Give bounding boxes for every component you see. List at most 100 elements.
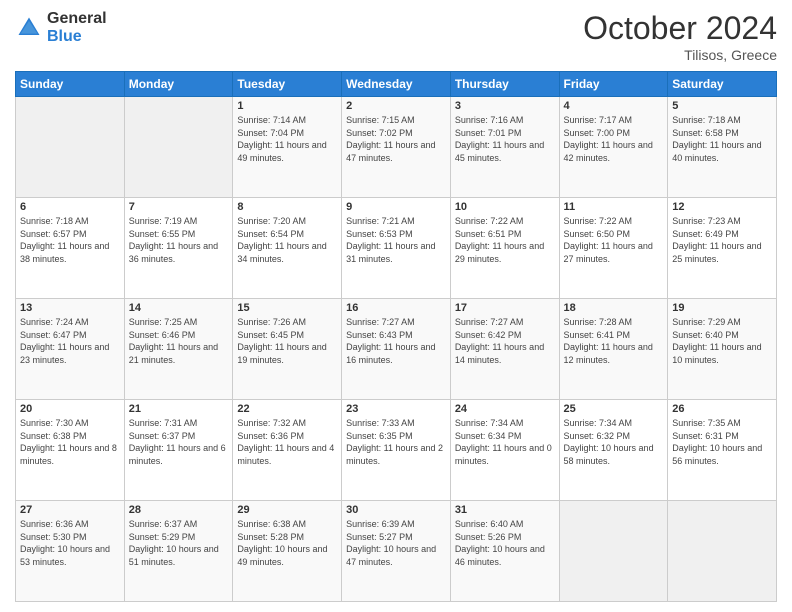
calendar-cell: 1 Sunrise: 7:14 AM Sunset: 7:04 PM Daylig…	[233, 97, 342, 198]
day-number: 11	[564, 201, 664, 213]
day-number: 27	[20, 504, 120, 516]
calendar-cell: 12Sunrise: 7:23 AM Sunset: 6:49 PM Dayli…	[668, 198, 777, 299]
day-number: 28	[129, 504, 229, 516]
day-number: 14	[129, 302, 229, 314]
day-content: Sunrise: 7:27 AM Sunset: 6:43 PM Dayligh…	[346, 316, 446, 366]
day-number: 9	[346, 201, 446, 213]
calendar-cell: 16 Sunrise: 7:27 AM Sunset: 6:43 PM Dayli…	[342, 299, 451, 400]
day-number: 25	[564, 403, 664, 415]
day-content: Sunrise: 7:29 AM Sunset: 6:40 PM Dayligh…	[672, 316, 772, 366]
day-content: Sunrise: 7:22 AM Sunset: 6:51 PM Dayligh…	[455, 215, 555, 265]
calendar-cell	[124, 97, 233, 198]
day-number: 4	[564, 100, 664, 112]
day-number: 1	[237, 100, 337, 112]
day-number: 8	[237, 201, 337, 213]
calendar-week-row: 13 Sunrise: 7:24 AM Sunset: 6:47 PM Dayli…	[16, 299, 777, 400]
day-content: Sunrise: 7:28 AM Sunset: 6:41 PM Dayligh…	[564, 316, 664, 366]
day-content: Sunrise: 7:14 AM Sunset: 7:04 PM Dayligh…	[237, 114, 337, 164]
calendar-cell: 6Sunrise: 7:18 AM Sunset: 6:57 PM Daylig…	[16, 198, 125, 299]
day-number: 18	[564, 302, 664, 314]
day-content: Sunrise: 7:32 AM Sunset: 6:36 PM Dayligh…	[237, 417, 337, 467]
day-number: 16	[346, 302, 446, 314]
calendar-cell: 29 Sunrise: 6:38 AM Sunset: 5:28 PM Dayli…	[233, 501, 342, 602]
day-number: 15	[237, 302, 337, 314]
calendar-cell: 31 Sunrise: 6:40 AM Sunset: 5:26 PM Dayli…	[450, 501, 559, 602]
day-number: 30	[346, 504, 446, 516]
day-content: Sunrise: 7:24 AM Sunset: 6:47 PM Dayligh…	[20, 316, 120, 366]
day-content: Sunrise: 7:20 AM Sunset: 6:54 PM Dayligh…	[237, 215, 337, 265]
header: General Blue October 2024 Tilisos, Greec…	[15, 10, 777, 63]
day-content: Sunrise: 7:16 AM Sunset: 7:01 PM Dayligh…	[455, 114, 555, 164]
day-content: Sunrise: 7:33 AM Sunset: 6:35 PM Dayligh…	[346, 417, 446, 467]
calendar-cell: 26 Sunrise: 7:35 AM Sunset: 6:31 PM Dayli…	[668, 400, 777, 501]
calendar-cell: 9 Sunrise: 7:21 AM Sunset: 6:53 PM Daylig…	[342, 198, 451, 299]
day-number: 23	[346, 403, 446, 415]
day-content: Sunrise: 7:27 AM Sunset: 6:42 PM Dayligh…	[455, 316, 555, 366]
month-title: October 2024	[583, 10, 777, 47]
day-number: 20	[20, 403, 120, 415]
day-number: 17	[455, 302, 555, 314]
calendar-day-header: Tuesday	[233, 72, 342, 97]
day-content: Sunrise: 6:38 AM Sunset: 5:28 PM Dayligh…	[237, 518, 337, 568]
calendar-day-header: Saturday	[668, 72, 777, 97]
day-content: Sunrise: 7:23 AM Sunset: 6:49 PM Dayligh…	[672, 215, 772, 265]
calendar-week-row: 20 Sunrise: 7:30 AM Sunset: 6:38 PM Dayli…	[16, 400, 777, 501]
calendar-day-header: Wednesday	[342, 72, 451, 97]
day-content: Sunrise: 6:37 AM Sunset: 5:29 PM Dayligh…	[129, 518, 229, 568]
logo-text: General Blue	[47, 10, 107, 46]
day-content: Sunrise: 7:17 AM Sunset: 7:00 PM Dayligh…	[564, 114, 664, 164]
calendar-cell: 27 Sunrise: 6:36 AM Sunset: 5:30 PM Dayli…	[16, 501, 125, 602]
day-content: Sunrise: 7:25 AM Sunset: 6:46 PM Dayligh…	[129, 316, 229, 366]
calendar-cell: 22 Sunrise: 7:32 AM Sunset: 6:36 PM Dayli…	[233, 400, 342, 501]
calendar-cell: 25Sunrise: 7:34 AM Sunset: 6:32 PM Dayli…	[559, 400, 668, 501]
day-content: Sunrise: 7:22 AM Sunset: 6:50 PM Dayligh…	[564, 215, 664, 265]
calendar-cell: 17 Sunrise: 7:27 AM Sunset: 6:42 PM Dayli…	[450, 299, 559, 400]
calendar-week-row: 27 Sunrise: 6:36 AM Sunset: 5:30 PM Dayli…	[16, 501, 777, 602]
day-content: Sunrise: 7:18 AM Sunset: 6:57 PM Dayligh…	[20, 215, 120, 265]
calendar-cell: 2 Sunrise: 7:15 AM Sunset: 7:02 PM Daylig…	[342, 97, 451, 198]
day-number: 2	[346, 100, 446, 112]
day-content: Sunrise: 6:39 AM Sunset: 5:27 PM Dayligh…	[346, 518, 446, 568]
day-content: Sunrise: 7:21 AM Sunset: 6:53 PM Dayligh…	[346, 215, 446, 265]
day-content: Sunrise: 7:18 AM Sunset: 6:58 PM Dayligh…	[672, 114, 772, 164]
day-content: Sunrise: 7:19 AM Sunset: 6:55 PM Dayligh…	[129, 215, 229, 265]
calendar-cell	[559, 501, 668, 602]
day-number: 29	[237, 504, 337, 516]
calendar-week-row: 1 Sunrise: 7:14 AM Sunset: 7:04 PM Daylig…	[16, 97, 777, 198]
calendar-cell: 20 Sunrise: 7:30 AM Sunset: 6:38 PM Dayli…	[16, 400, 125, 501]
day-content: Sunrise: 7:31 AM Sunset: 6:37 PM Dayligh…	[129, 417, 229, 467]
calendar-cell: 23 Sunrise: 7:33 AM Sunset: 6:35 PM Dayli…	[342, 400, 451, 501]
day-content: Sunrise: 6:40 AM Sunset: 5:26 PM Dayligh…	[455, 518, 555, 568]
day-number: 10	[455, 201, 555, 213]
calendar-cell: 28 Sunrise: 6:37 AM Sunset: 5:29 PM Dayli…	[124, 501, 233, 602]
calendar-cell: 24Sunrise: 7:34 AM Sunset: 6:34 PM Dayli…	[450, 400, 559, 501]
calendar-cell: 5Sunrise: 7:18 AM Sunset: 6:58 PM Daylig…	[668, 97, 777, 198]
title-block: October 2024 Tilisos, Greece	[583, 10, 777, 63]
page: General Blue October 2024 Tilisos, Greec…	[0, 0, 792, 612]
calendar-header-row: SundayMondayTuesdayWednesdayThursdayFrid…	[16, 72, 777, 97]
day-number: 19	[672, 302, 772, 314]
day-content: Sunrise: 6:36 AM Sunset: 5:30 PM Dayligh…	[20, 518, 120, 568]
day-number: 26	[672, 403, 772, 415]
logo: General Blue	[15, 10, 107, 46]
calendar-cell: 10 Sunrise: 7:22 AM Sunset: 6:51 PM Dayli…	[450, 198, 559, 299]
calendar-cell: 11 Sunrise: 7:22 AM Sunset: 6:50 PM Dayli…	[559, 198, 668, 299]
calendar-cell: 14 Sunrise: 7:25 AM Sunset: 6:46 PM Dayli…	[124, 299, 233, 400]
day-number: 3	[455, 100, 555, 112]
day-content: Sunrise: 7:15 AM Sunset: 7:02 PM Dayligh…	[346, 114, 446, 164]
calendar-cell: 7Sunrise: 7:19 AM Sunset: 6:55 PM Daylig…	[124, 198, 233, 299]
day-number: 22	[237, 403, 337, 415]
calendar-cell: 4 Sunrise: 7:17 AM Sunset: 7:00 PM Daylig…	[559, 97, 668, 198]
calendar-day-header: Friday	[559, 72, 668, 97]
day-content: Sunrise: 7:26 AM Sunset: 6:45 PM Dayligh…	[237, 316, 337, 366]
calendar-cell: 8 Sunrise: 7:20 AM Sunset: 6:54 PM Daylig…	[233, 198, 342, 299]
day-content: Sunrise: 7:35 AM Sunset: 6:31 PM Dayligh…	[672, 417, 772, 467]
calendar-cell: 18 Sunrise: 7:28 AM Sunset: 6:41 PM Dayli…	[559, 299, 668, 400]
day-number: 13	[20, 302, 120, 314]
day-content: Sunrise: 7:34 AM Sunset: 6:34 PM Dayligh…	[455, 417, 555, 467]
day-number: 31	[455, 504, 555, 516]
calendar-day-header: Thursday	[450, 72, 559, 97]
calendar-cell: 21Sunrise: 7:31 AM Sunset: 6:37 PM Dayli…	[124, 400, 233, 501]
calendar-cell	[16, 97, 125, 198]
day-content: Sunrise: 7:30 AM Sunset: 6:38 PM Dayligh…	[20, 417, 120, 467]
